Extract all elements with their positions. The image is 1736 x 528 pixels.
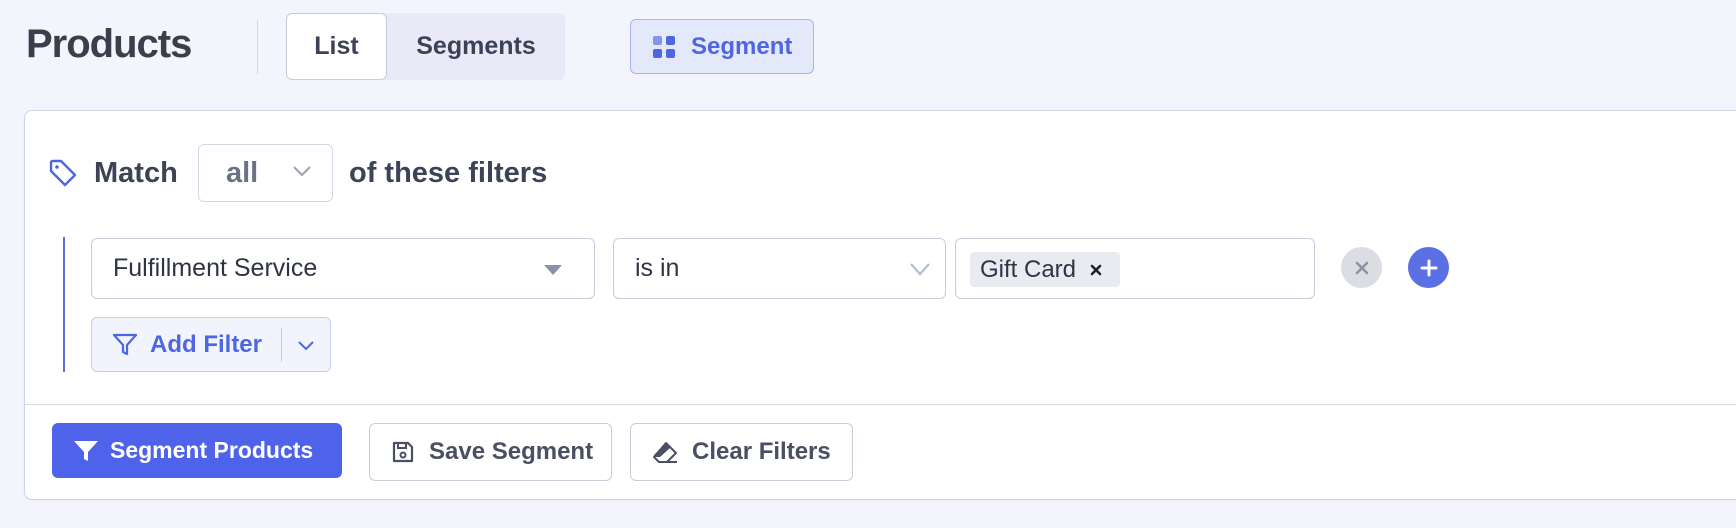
plus-icon	[1420, 259, 1437, 276]
save-segment-label: Save Segment	[429, 438, 594, 465]
close-icon	[1090, 264, 1102, 275]
add-filter-label: Add Filter	[150, 330, 262, 358]
chevron-down-icon	[298, 340, 314, 350]
add-filter-dropdown-toggle[interactable]	[282, 318, 330, 371]
value-chip-label: Gift Card	[980, 255, 1077, 283]
filter-value-input[interactable]: Gift Card	[955, 238, 1315, 299]
page-title: Products	[26, 22, 192, 66]
segment-button-label: Segment	[691, 32, 793, 60]
eraser-icon	[653, 442, 677, 463]
clear-filters-button[interactable]: Clear Filters	[630, 423, 853, 481]
save-icon	[392, 441, 414, 463]
add-filter-button-group: Add Filter	[91, 317, 331, 372]
close-icon	[1355, 261, 1368, 274]
filter-operator-select[interactable]: is in	[613, 238, 946, 299]
filter-field-select[interactable]: Fulfillment Service	[91, 238, 595, 299]
filter-field-value: Fulfillment Service	[113, 254, 318, 282]
match-mode-select[interactable]: all	[198, 144, 333, 202]
clear-filters-label: Clear Filters	[692, 438, 831, 465]
chevron-down-icon	[910, 263, 930, 276]
add-filter-button[interactable]: Add Filter	[92, 318, 281, 371]
segment-products-button[interactable]: Segment Products	[52, 423, 342, 478]
match-mode-value: all	[226, 156, 259, 189]
view-tabs: List Segments	[286, 13, 565, 80]
chevron-down-icon	[293, 166, 311, 177]
tag-icon	[49, 159, 77, 187]
add-condition-button[interactable]	[1408, 247, 1449, 288]
tab-list[interactable]: List	[286, 13, 387, 80]
grid-icon	[653, 35, 675, 58]
tab-segments[interactable]: Segments	[387, 13, 565, 80]
match-suffix-label: of these filters	[349, 157, 548, 189]
value-chip: Gift Card	[970, 252, 1121, 287]
title-divider	[257, 20, 258, 74]
filter-operator-value: is in	[635, 254, 680, 282]
remove-filter-button[interactable]	[1341, 247, 1382, 288]
segment-button[interactable]: Segment	[630, 19, 814, 74]
save-segment-button[interactable]: Save Segment	[369, 423, 612, 481]
segment-products-label: Segment Products	[110, 437, 314, 463]
funnel-icon	[74, 440, 98, 461]
filter-group-bar	[63, 237, 65, 372]
match-label: Match	[94, 157, 178, 189]
funnel-icon	[112, 333, 138, 355]
chip-remove-button[interactable]	[1082, 256, 1110, 284]
footer-divider	[25, 404, 1736, 405]
caret-down-icon	[544, 265, 562, 275]
